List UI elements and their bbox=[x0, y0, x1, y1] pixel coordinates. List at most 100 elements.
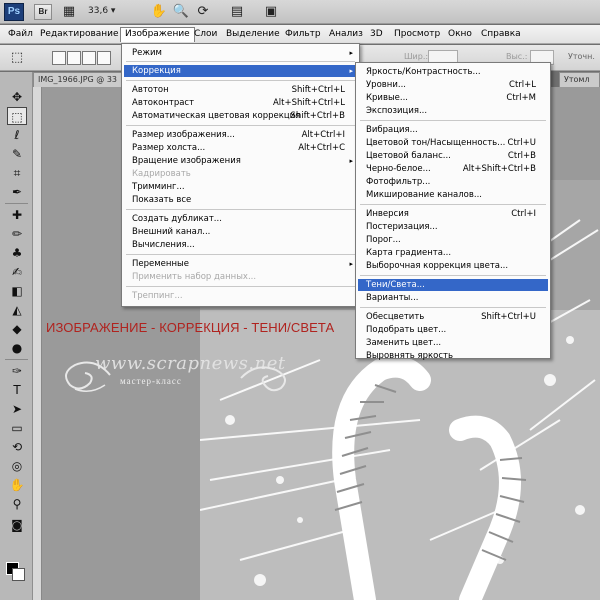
menu-filter[interactable]: Фильтр bbox=[281, 27, 325, 42]
hand-tool-icon[interactable]: ✋ bbox=[7, 476, 27, 494]
new-selection-icon[interactable] bbox=[52, 51, 66, 65]
menu-select[interactable]: Выделение bbox=[222, 27, 284, 42]
menu-help[interactable]: Справка bbox=[477, 27, 525, 42]
menu-item-levels[interactable]: Уровни... Ctrl+L bbox=[358, 79, 548, 91]
subtract-selection-icon[interactable] bbox=[82, 51, 96, 65]
menu-layers[interactable]: Слои bbox=[190, 27, 221, 42]
3d-orbit-tool-icon[interactable]: ◎ bbox=[7, 457, 27, 475]
view-extras-icon[interactable]: ▦ bbox=[60, 3, 78, 21]
document-tab-secondary[interactable]: Утомл bbox=[559, 72, 600, 87]
menu-item-auto-contrast[interactable]: Автоконтраст Alt+Shift+Ctrl+L bbox=[124, 97, 357, 109]
menu-item-calculations[interactable]: Вычисления... bbox=[124, 239, 357, 251]
menu-item-desaturate[interactable]: Обесцветить Shift+Ctrl+U bbox=[358, 311, 548, 323]
lasso-tool-icon[interactable]: ℓ bbox=[7, 126, 27, 144]
zoom-tool-icon[interactable]: ⚲ bbox=[7, 495, 27, 513]
menu-item-channel-mixer[interactable]: Микширование каналов... bbox=[358, 189, 548, 201]
rotate-view-icon[interactable]: ⟳ bbox=[194, 3, 212, 21]
menu-item-invert[interactable]: Инверсия Ctrl+I bbox=[358, 208, 548, 220]
zoom-value: 33,6 bbox=[88, 6, 109, 16]
menu-file[interactable]: Файл bbox=[4, 27, 37, 42]
menu-item-label: Карта градиента... bbox=[366, 248, 452, 258]
arrange-documents-icon[interactable]: ▤ bbox=[228, 3, 246, 21]
bridge-button[interactable]: Br bbox=[34, 4, 52, 20]
clone-stamp-tool-icon[interactable]: ♣ bbox=[7, 244, 27, 262]
quick-selection-tool-icon[interactable]: ✎ bbox=[7, 145, 27, 163]
menu-item-apply-image[interactable]: Внешний канал... bbox=[124, 226, 357, 238]
menu-item-auto-tone[interactable]: Автотон Shift+Ctrl+L bbox=[124, 84, 357, 96]
menu-item-image-rotation[interactable]: Вращение изображения ▸ bbox=[124, 155, 357, 167]
menu-item-curves[interactable]: Кривые... Ctrl+M bbox=[358, 92, 548, 104]
document-tab[interactable]: IMG_1966.JPG @ 33 bbox=[33, 72, 123, 87]
menu-item-reveal-all[interactable]: Показать все bbox=[124, 194, 357, 206]
menu-item-label: Выборочная коррекция цвета... bbox=[366, 261, 509, 271]
menu-item-trap: Треппинг... bbox=[124, 290, 357, 302]
menu-item-variables[interactable]: Переменные ▸ bbox=[124, 258, 357, 270]
zoom-tool-icon[interactable]: 🔍 bbox=[172, 3, 190, 21]
menu-analysis[interactable]: Анализ bbox=[325, 27, 367, 42]
intersect-selection-icon[interactable] bbox=[97, 51, 111, 65]
menu-item-label: Треппинг... bbox=[132, 291, 183, 301]
menu-item-variations[interactable]: Варианты... bbox=[358, 292, 548, 304]
move-tool-icon[interactable]: ✥ bbox=[7, 88, 27, 106]
menu-item-auto-color[interactable]: Автоматическая цветовая коррекция Shift+C… bbox=[124, 110, 357, 122]
rectangular-marquee-tool-icon[interactable]: ⬚ bbox=[7, 107, 27, 125]
brush-tool-icon[interactable]: ✏ bbox=[7, 225, 27, 243]
menu-item-duplicate[interactable]: Создать дубликат... bbox=[124, 213, 357, 225]
eraser-tool-icon[interactable]: ◧ bbox=[7, 282, 27, 300]
menu-item-trim[interactable]: Тримминг... bbox=[124, 181, 357, 193]
history-brush-tool-icon[interactable]: ✍ bbox=[7, 263, 27, 281]
background-color-swatch[interactable] bbox=[12, 568, 25, 581]
crop-tool-icon[interactable]: ⌗ bbox=[7, 164, 27, 182]
paint-bucket-tool-icon[interactable]: ◭ bbox=[7, 301, 27, 319]
screen-mode-icon[interactable]: ▣ bbox=[262, 3, 280, 21]
height-label: Выс.: bbox=[506, 52, 528, 61]
menu-item-label: Варианты... bbox=[366, 293, 419, 303]
menu-item-shadows-highlights[interactable]: Тени/Света... bbox=[358, 279, 548, 291]
menu-item-posterize[interactable]: Постеризация... bbox=[358, 221, 548, 233]
shape-tool-icon[interactable]: ▭ bbox=[7, 419, 27, 437]
menu-window[interactable]: Окно bbox=[444, 27, 476, 42]
menu-item-photo-filter[interactable]: Фотофильтр... bbox=[358, 176, 548, 188]
dodge-tool-icon[interactable]: ● bbox=[7, 339, 27, 357]
menu-item-label: Микширование каналов... bbox=[366, 190, 482, 200]
path-selection-tool-icon[interactable]: ➤ bbox=[7, 400, 27, 418]
hand-tool-icon[interactable]: ✋ bbox=[150, 3, 168, 21]
3d-rotate-tool-icon[interactable]: ⟲ bbox=[7, 438, 27, 456]
menu-3d[interactable]: 3D bbox=[366, 27, 387, 42]
type-tool-icon[interactable]: T bbox=[7, 381, 27, 399]
menu-item-threshold[interactable]: Порог... bbox=[358, 234, 548, 246]
healing-brush-tool-icon[interactable]: ✚ bbox=[7, 206, 27, 224]
menu-item-replace-color[interactable]: Заменить цвет... bbox=[358, 337, 548, 349]
menu-item-gradient-map[interactable]: Карта градиента... bbox=[358, 247, 548, 259]
menu-item-label: Кривые... bbox=[366, 93, 409, 103]
menu-item-adjustments[interactable]: Коррекция ▸ bbox=[124, 65, 357, 77]
menu-item-match-color[interactable]: Подобрать цвет... bbox=[358, 324, 548, 336]
menu-item-label: Кадрировать bbox=[132, 169, 191, 179]
menu-edit[interactable]: Редактирование bbox=[36, 27, 123, 42]
menu-item-image-size[interactable]: Размер изображения... Alt+Ctrl+I bbox=[124, 129, 357, 141]
refine-edge-button[interactable]: Уточн. bbox=[568, 52, 595, 61]
menu-item-exposure[interactable]: Экспозиция... bbox=[358, 105, 548, 117]
eyedropper-tool-icon[interactable]: ✒ bbox=[7, 183, 27, 201]
menu-item-black-white[interactable]: Черно-белое... Alt+Shift+Ctrl+B bbox=[358, 163, 548, 175]
menu-image[interactable]: Изображение bbox=[120, 27, 195, 42]
pen-tool-icon[interactable]: ✑ bbox=[7, 362, 27, 380]
add-selection-icon[interactable] bbox=[67, 51, 81, 65]
menu-item-hue-saturation[interactable]: Цветовой тон/Насыщенность... Ctrl+U bbox=[358, 137, 548, 149]
menu-view[interactable]: Просмотр bbox=[390, 27, 444, 42]
menu-item-shortcut: Shift+Ctrl+L bbox=[291, 85, 345, 95]
menu-item-mode[interactable]: Режим ▸ bbox=[124, 47, 357, 59]
photoshop-logo: Ps bbox=[4, 3, 24, 21]
menu-item-brightness-contrast[interactable]: Яркость/Контрастность... bbox=[358, 66, 548, 78]
menu-item-equalize[interactable]: Выровнять яркость bbox=[358, 350, 548, 362]
menu-item-canvas-size[interactable]: Размер холста... Alt+Ctrl+C bbox=[124, 142, 357, 154]
zoom-level[interactable]: 33,6 ▾ bbox=[88, 6, 115, 16]
menu-item-selective-color[interactable]: Выборочная коррекция цвета... bbox=[358, 260, 548, 272]
menu-item-color-balance[interactable]: Цветовой баланс... Ctrl+B bbox=[358, 150, 548, 162]
menu-item-vibrance[interactable]: Вибрация... bbox=[358, 124, 548, 136]
marquee-preset-icon[interactable]: ⬚ bbox=[8, 49, 26, 67]
quick-mask-icon[interactable]: ◙ bbox=[7, 516, 27, 534]
blur-tool-icon[interactable]: ◆ bbox=[7, 320, 27, 338]
image-menu-dropdown: Режим ▸ Коррекция ▸ Автотон Shift+Ctrl+L Ав… bbox=[121, 43, 360, 307]
menu-item-shortcut: Alt+Shift+Ctrl+B bbox=[462, 164, 536, 174]
